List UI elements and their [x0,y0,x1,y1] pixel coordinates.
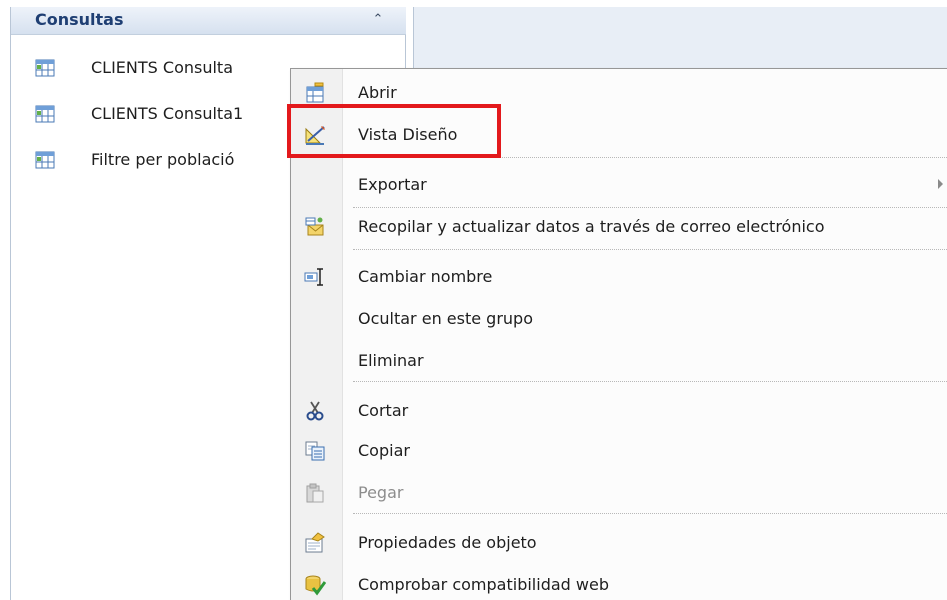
menu-item-export[interactable]: Exportar [292,167,947,203]
nav-item-clients-consulta[interactable]: CLIENTS Consulta [11,51,291,85]
collapse-chevron-icon[interactable]: ⌃ [370,10,386,30]
nav-item-filtre-per-poblacio[interactable]: Filtre per població [11,143,291,177]
menu-separator [353,207,947,208]
menu-item-delete[interactable]: Eliminar [292,343,947,379]
menu-item-label: Propiedades de objeto [358,533,537,552]
menu-item-collect-data[interactable]: Recopilar y actualizar datos a través de… [292,209,947,245]
nav-item-label: CLIENTS Consulta [91,58,233,77]
cut-icon [306,401,324,421]
menu-item-label: Exportar [358,175,427,194]
queries-group-header[interactable]: Consultas ⌃ [11,7,406,35]
menu-separator [353,381,947,382]
highlight-box-design-view [287,104,501,158]
nav-item-clients-consulta1[interactable]: CLIENTS Consulta1 [11,97,291,131]
open-icon [306,82,324,103]
menu-item-label: Abrir [358,83,397,102]
query-icon [35,105,55,123]
nav-item-label: Filtre per població [91,150,235,169]
menu-item-hide-in-group[interactable]: Ocultar en este grupo [292,301,947,337]
menu-item-cut[interactable]: Cortar [292,393,947,429]
menu-item-label: Comprobar compatibilidad web [358,575,609,594]
collect-data-icon [305,217,324,236]
submenu-arrow-icon [938,179,943,189]
properties-icon [305,532,325,553]
menu-item-label: Pegar [358,483,404,502]
menu-item-copy[interactable]: Copiar [292,433,947,469]
group-title: Consultas [35,10,124,29]
menu-item-label: Ocultar en este grupo [358,309,533,328]
menu-separator [353,513,947,514]
query-icon [35,59,55,77]
rename-icon [304,268,323,286]
menu-item-web-compat[interactable]: Comprobar compatibilidad web [292,567,947,600]
menu-item-label: Cambiar nombre [358,267,493,286]
web-compat-icon [305,575,326,596]
menu-item-label: Copiar [358,441,410,460]
menu-item-label: Recopilar y actualizar datos a través de… [358,217,825,236]
menu-item-object-properties[interactable]: Propiedades de objeto [292,525,947,561]
menu-separator [353,249,947,250]
menu-item-rename[interactable]: Cambiar nombre [292,259,947,295]
menu-item-label: Cortar [358,401,409,420]
menu-item-label: Eliminar [358,351,424,370]
query-icon [35,151,55,169]
menu-item-paste: Pegar [292,475,947,511]
copy-icon [305,441,325,461]
paste-icon [306,483,324,503]
nav-item-label: CLIENTS Consulta1 [91,104,244,123]
access-window: Consultas ⌃ CLIENTS Consulta CLIENTS Con… [0,0,947,600]
